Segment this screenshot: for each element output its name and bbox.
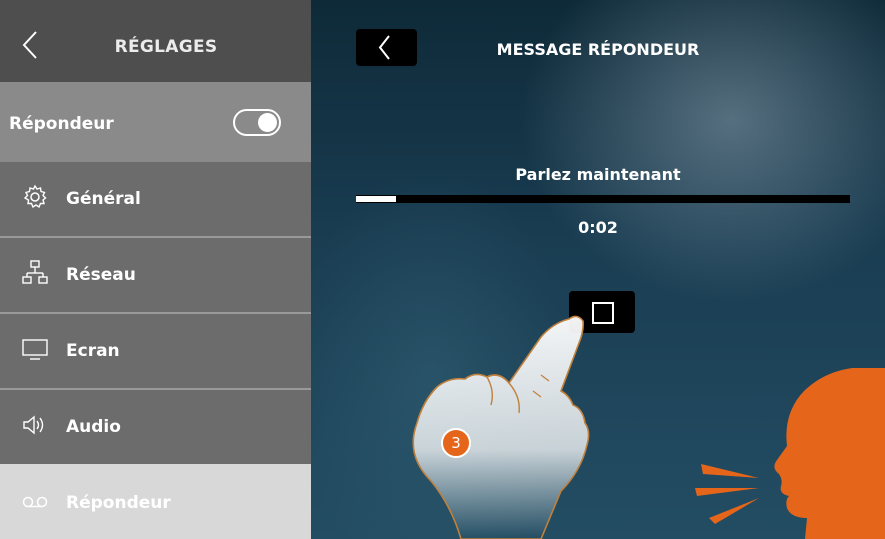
- sidebar-item-label: Audio: [66, 417, 121, 437]
- sidebar-item-answering-machine[interactable]: Répondeur: [0, 464, 311, 539]
- sidebar-title: RÉGLAGES: [114, 37, 218, 57]
- sidebar-item-audio[interactable]: Audio: [0, 390, 311, 466]
- chevron-left-icon: [22, 31, 37, 59]
- recording-progress-bar: [356, 195, 850, 203]
- sidebar-item-label: Réseau: [66, 265, 136, 285]
- sidebar-header: RÉGLAGES: [0, 0, 311, 82]
- sidebar-item-label: Ecran: [66, 341, 120, 361]
- sidebar-back-button[interactable]: [14, 26, 48, 64]
- sidebar-item-label: Général: [66, 189, 141, 209]
- speaking-person-icon: [695, 368, 885, 539]
- recording-prompt: Parlez maintenant: [515, 165, 681, 184]
- page-title: MESSAGE RÉPONDEUR: [496, 40, 700, 59]
- gear-icon: [23, 184, 47, 209]
- voicemail-icon: [22, 496, 48, 508]
- toggle-knob: [258, 113, 277, 132]
- pointing-hand-illustration: [412, 315, 590, 539]
- settings-sidebar: RÉGLAGES Répondeur Général Réseau Ecran …: [0, 0, 311, 539]
- step-number-badge: 3: [441, 428, 471, 458]
- network-icon: [22, 260, 48, 284]
- answering-machine-toggle[interactable]: [233, 109, 281, 136]
- sidebar-item-general[interactable]: Général: [0, 162, 311, 238]
- speaker-icon: [23, 415, 44, 435]
- toggle-label: Répondeur: [9, 114, 114, 134]
- recording-progress-fill: [356, 196, 396, 202]
- recording-timer: 0:02: [578, 218, 618, 237]
- sidebar-item-label: Répondeur: [66, 493, 171, 513]
- sidebar-item-screen[interactable]: Ecran: [0, 314, 311, 390]
- voicemail-message-panel: MESSAGE RÉPONDEUR Parlez maintenant 0:02…: [311, 0, 885, 539]
- monitor-icon: [22, 339, 48, 360]
- sidebar-item-network[interactable]: Réseau: [0, 238, 311, 314]
